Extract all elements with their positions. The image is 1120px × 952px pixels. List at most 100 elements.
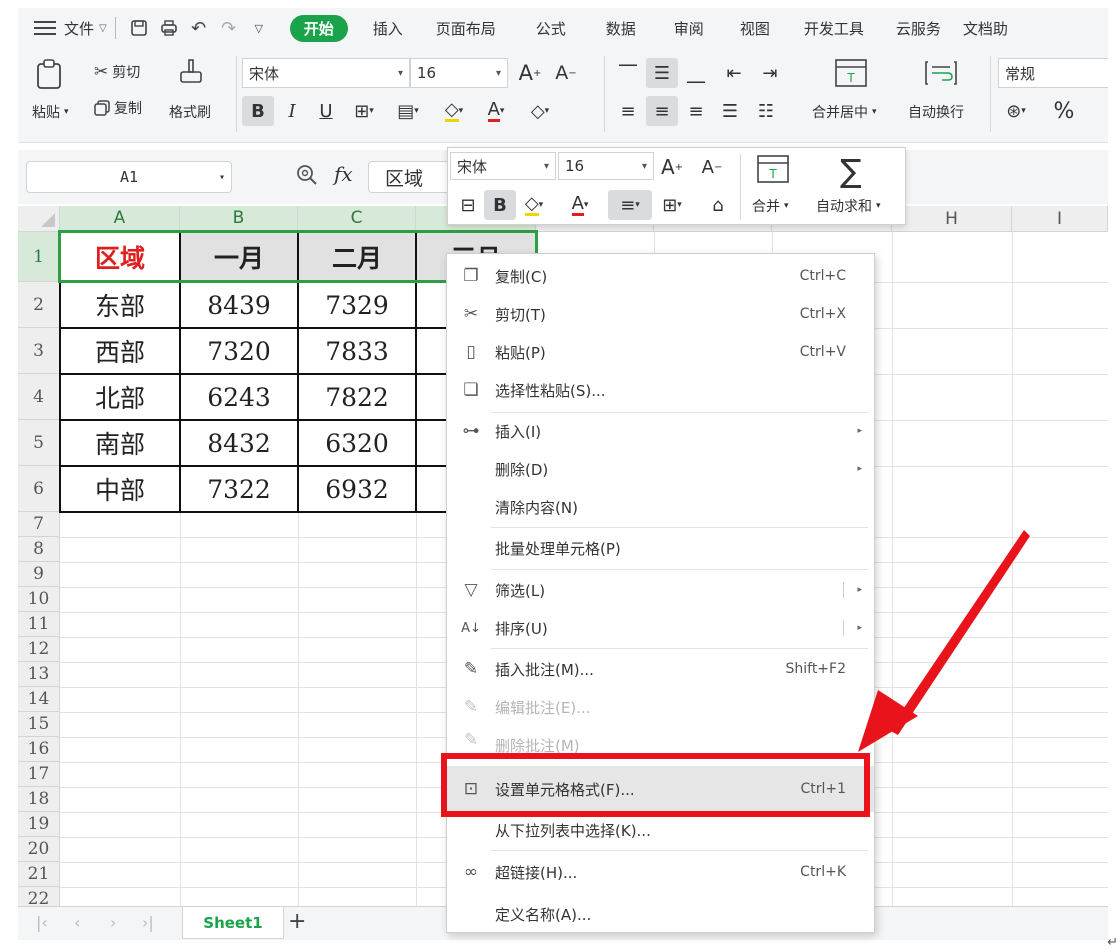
row-header-22[interactable]: 22 — [18, 887, 60, 906]
tab-data[interactable]: 数据 — [586, 18, 656, 39]
menu-hamburger-icon[interactable] — [34, 17, 56, 39]
menu-item-insert[interactable]: ⊶ 插入(I) ▸ — [447, 413, 874, 449]
menu-item-filter[interactable]: ▽ 筛选(L) ▸ — [447, 572, 874, 608]
menu-item-hyperlink[interactable]: ∞ 超链接(H)... Ctrl+K — [447, 854, 874, 890]
fx-icon[interactable]: fx — [334, 162, 353, 186]
merge-center-button[interactable]: 合并居中 ▾ — [812, 102, 877, 122]
row-header-15[interactable]: 15 — [18, 712, 60, 737]
row-header-3[interactable]: 3 — [18, 328, 60, 374]
align-center-icon[interactable]: ≡ — [646, 96, 678, 126]
autosum-button[interactable]: 自动求和 ▾ — [816, 196, 881, 216]
menu-item-copy[interactable]: ❐ 复制(C) Ctrl+C — [447, 258, 874, 294]
tab-insert[interactable]: 插入 — [360, 18, 416, 39]
select-all-corner[interactable] — [18, 206, 60, 232]
column-header-h[interactable]: H — [892, 206, 1012, 232]
sheet-tab[interactable]: Sheet1 — [182, 907, 284, 939]
menu-item-batch-cells[interactable]: 批量处理单元格(P) — [447, 530, 874, 566]
menu-item-sort[interactable]: A↓ 排序(U) ▸ — [447, 610, 874, 646]
row-header-6[interactable]: 6 — [18, 466, 60, 512]
formula-input[interactable]: 区域 — [368, 161, 458, 193]
row-header-8[interactable]: 8 — [18, 537, 60, 562]
align-center-icon[interactable]: ≡ ▾ — [608, 190, 652, 220]
justify-icon[interactable]: ☰ — [714, 96, 746, 126]
row-header-4[interactable]: 4 — [18, 374, 60, 420]
format-painter-button[interactable]: 格式刷 — [169, 102, 211, 122]
distribute-icon[interactable]: ☷ — [750, 96, 782, 126]
sigma-icon[interactable]: ∑ — [840, 152, 862, 190]
prev-sheet-icon[interactable]: ‹ — [74, 913, 80, 932]
next-sheet-icon[interactable]: › — [110, 913, 116, 932]
row-header-12[interactable]: 12 — [18, 637, 60, 662]
column-header-i[interactable]: I — [1012, 206, 1108, 232]
row-header-20[interactable]: 20 — [18, 837, 60, 862]
menu-item-define-name[interactable]: 定义名称(A)... — [447, 896, 874, 932]
tab-formulas[interactable]: 公式 — [516, 18, 586, 39]
row-header-14[interactable]: 14 — [18, 687, 60, 712]
currency-icon[interactable]: ⊛ ▾ — [1000, 96, 1032, 126]
decrease-font-icon[interactable]: A − — [696, 152, 728, 182]
borders-icon[interactable]: ⊞ ▾ — [656, 190, 688, 220]
mini-font-name-select[interactable]: 宋体 ▾ — [450, 152, 556, 180]
underline-button[interactable]: U — [310, 96, 342, 126]
font-color-icon[interactable]: A ▾ — [564, 190, 596, 220]
fill-pattern-icon[interactable]: ▤ ▾ — [392, 96, 424, 126]
name-box[interactable]: A1 ▾ — [26, 161, 232, 193]
decrease-font-icon[interactable]: A − — [550, 58, 582, 88]
font-name-select[interactable]: 宋体 ▾ — [242, 58, 410, 88]
bold-button[interactable]: B — [484, 190, 516, 220]
add-sheet-icon[interactable]: + — [288, 909, 306, 934]
tab-cloud[interactable]: 云服务 — [880, 18, 957, 39]
mini-font-size-select[interactable]: 16 ▾ — [558, 152, 654, 180]
cut-button[interactable]: ✂ 剪切 — [94, 62, 140, 82]
menu-item-insert-comment[interactable]: ✎ 插入批注(M)... Shift+F2 — [447, 651, 874, 687]
redo-icon[interactable]: ↷ — [214, 13, 244, 43]
menu-item-pick-from-list[interactable]: 从下拉列表中选择(K)... — [447, 812, 874, 848]
row-header-16[interactable]: 16 — [18, 737, 60, 762]
row-header-11[interactable]: 11 — [18, 612, 60, 637]
italic-button[interactable]: I — [276, 96, 308, 126]
row-header-5[interactable]: 5 — [18, 420, 60, 466]
tab-view[interactable]: 视图 — [722, 18, 788, 39]
align-left-icon[interactable]: ≡ — [612, 96, 644, 126]
font-size-select[interactable]: 16 ▾ — [410, 58, 508, 88]
merge-center-icon[interactable]: T — [834, 58, 868, 88]
number-format-select[interactable]: 常规 — [998, 58, 1108, 88]
customize-quick-access-icon[interactable]: ▽ — [244, 13, 274, 43]
undo-icon[interactable]: ↶ — [184, 13, 214, 43]
column-header-a[interactable]: A — [60, 206, 180, 232]
wrap-text-icon[interactable]: ⊟ — [452, 190, 484, 220]
row-header-19[interactable]: 19 — [18, 812, 60, 837]
increase-font-icon[interactable]: A + — [656, 152, 688, 182]
tab-review[interactable]: 审阅 — [656, 18, 722, 39]
menu-item-paste-special[interactable]: ❏ 选择性粘贴(S)... — [447, 372, 874, 408]
tab-home[interactable]: 开始 — [289, 14, 348, 42]
row-header-10[interactable]: 10 — [18, 587, 60, 612]
merge-button[interactable]: 合并 ▾ — [752, 196, 789, 216]
paste-button[interactable]: 粘贴 ▾ — [32, 102, 69, 122]
chevron-down-icon[interactable]: ▽ — [99, 23, 107, 34]
paste-icon[interactable] — [34, 58, 64, 90]
zoom-search-icon[interactable] — [296, 164, 318, 191]
increase-font-icon[interactable]: A + — [514, 58, 546, 88]
wrap-text-icon[interactable] — [924, 58, 958, 88]
copy-button[interactable]: 复制 — [94, 98, 142, 118]
row-header-2[interactable]: 2 — [18, 282, 60, 328]
borders-icon[interactable]: ⊞ ▾ — [348, 96, 380, 126]
format-painter-icon[interactable] — [178, 58, 204, 86]
row-header-7[interactable]: 7 — [18, 512, 60, 537]
fill-color-icon[interactable]: ◇ ▾ — [518, 190, 550, 220]
font-color-icon[interactable]: A ▾ — [480, 96, 512, 126]
row-header-21[interactable]: 21 — [18, 862, 60, 887]
align-top-icon[interactable]: ⎺ — [612, 58, 644, 88]
column-header-c[interactable]: C — [298, 206, 416, 232]
menu-item-delete[interactable]: 删除(D) ▸ — [447, 451, 874, 487]
row-header-1[interactable]: 1 — [18, 232, 60, 282]
tab-developer[interactable]: 开发工具 — [788, 18, 880, 39]
menu-item-paste[interactable]: ▯ 粘贴(P) Ctrl+V — [447, 334, 874, 370]
align-middle-icon[interactable]: ☰ — [646, 58, 678, 88]
bold-button[interactable]: B — [242, 96, 274, 126]
row-header-17[interactable]: 17 — [18, 762, 60, 787]
increase-indent-icon[interactable]: ⇥ — [754, 58, 786, 88]
save-icon[interactable] — [124, 13, 154, 43]
row-header-13[interactable]: 13 — [18, 662, 60, 687]
